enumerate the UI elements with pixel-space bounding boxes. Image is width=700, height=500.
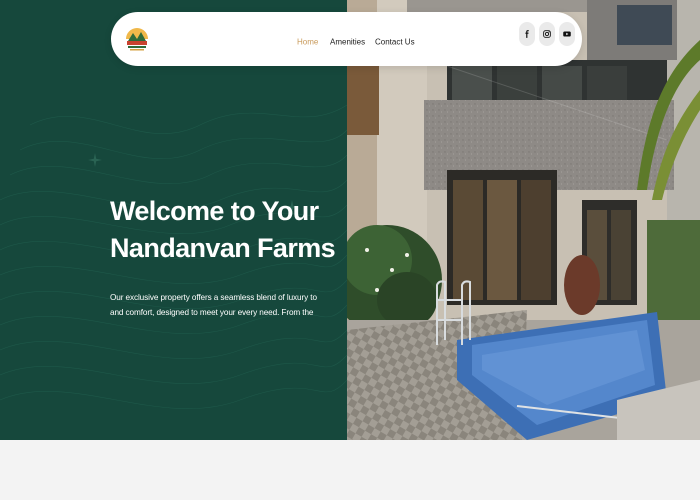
top-navbar: Home Amenities Contact Us xyxy=(111,12,582,66)
youtube-icon[interactable] xyxy=(559,22,575,46)
hero-title: Welcome to Your Nandanvan Farms xyxy=(110,193,340,267)
facebook-icon[interactable] xyxy=(519,22,535,46)
hero-title-line1: Welcome to Your xyxy=(110,196,319,226)
villa-pool-photo xyxy=(347,0,700,440)
nav-amenities-link[interactable]: Amenities xyxy=(330,38,365,47)
instagram-icon[interactable] xyxy=(539,22,555,46)
bottom-section xyxy=(0,440,700,500)
nav-home-link[interactable]: Home xyxy=(297,38,318,47)
hero-section xyxy=(0,0,700,440)
hero-title-line2: Nandanvan Farms xyxy=(110,233,336,263)
nav-contact-link[interactable]: Contact Us xyxy=(375,38,415,47)
hero-description: Our exclusive property offers a seamless… xyxy=(110,293,317,317)
sparkle-icon xyxy=(88,153,102,167)
villa-illustration xyxy=(347,0,700,440)
nandanvan-farms-logo[interactable] xyxy=(119,21,155,57)
